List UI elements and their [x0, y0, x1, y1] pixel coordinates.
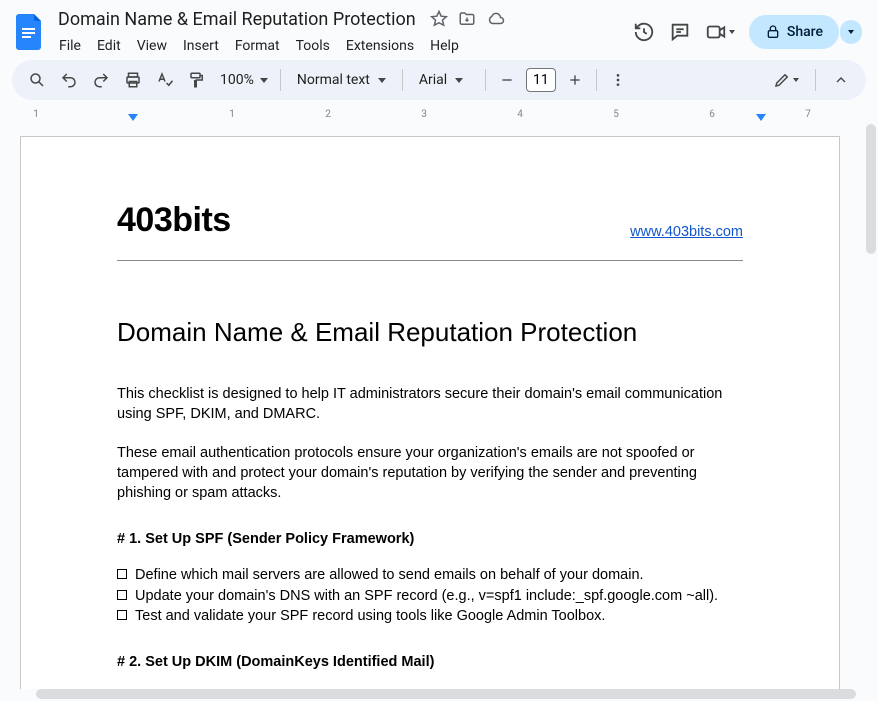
- section-2-heading: # 2. Set Up DKIM (DomainKeys Identified …: [117, 654, 743, 670]
- scrollbar-thumb[interactable]: [36, 689, 856, 699]
- separator: [485, 69, 486, 91]
- hide-menus-icon[interactable]: [826, 65, 856, 95]
- toolbar: 100% Normal text Arial 11: [12, 60, 866, 100]
- separator: [280, 69, 281, 91]
- ruler[interactable]: 1 1 2 3 4 5 6 7: [16, 108, 862, 124]
- menu-insert[interactable]: Insert: [176, 34, 226, 58]
- paragraph-style-select[interactable]: Normal text: [287, 72, 396, 88]
- doc-title[interactable]: Domain Name & Email Reputation Protectio…: [52, 7, 422, 32]
- paint-format-icon[interactable]: [182, 65, 212, 95]
- document-canvas[interactable]: 403bits www.403bits.com Domain Name & Em…: [0, 124, 866, 689]
- decrease-font-size[interactable]: [492, 65, 522, 95]
- increase-font-size[interactable]: [560, 65, 590, 95]
- menu-extensions[interactable]: Extensions: [339, 34, 421, 58]
- menu-help[interactable]: Help: [423, 34, 466, 58]
- separator: [402, 69, 403, 91]
- history-icon[interactable]: [633, 21, 655, 43]
- meet-button[interactable]: [705, 21, 735, 43]
- checkbox-icon: [117, 610, 127, 620]
- comments-icon[interactable]: [669, 21, 691, 43]
- checkbox-icon: [117, 590, 127, 600]
- menu-view[interactable]: View: [130, 34, 174, 58]
- cloud-status-icon[interactable]: [486, 10, 506, 28]
- menubar: File Edit View Insert Format Tools Exten…: [52, 34, 633, 58]
- zoom-select[interactable]: 100%: [214, 72, 274, 88]
- page[interactable]: 403bits www.403bits.com Domain Name & Em…: [20, 136, 840, 689]
- right-indent-marker[interactable]: [756, 114, 766, 121]
- font-select[interactable]: Arial: [409, 72, 479, 88]
- more-tools-icon[interactable]: [603, 65, 633, 95]
- checklist-item: Test and validate your SPF record using …: [117, 606, 743, 626]
- share-label: Share: [787, 24, 823, 40]
- scrollbar-thumb[interactable]: [866, 124, 876, 254]
- separator: [596, 69, 597, 91]
- intro-paragraph-1: This checklist is designed to help IT ad…: [117, 384, 743, 425]
- checklist-item: Update your domain's DNS with an SPF rec…: [117, 586, 743, 606]
- section-1-heading: # 1. Set Up SPF (Sender Policy Framework…: [117, 531, 743, 547]
- menu-format[interactable]: Format: [228, 34, 287, 58]
- search-menus-icon[interactable]: [22, 65, 52, 95]
- editing-mode-button[interactable]: [767, 71, 805, 89]
- checkbox-icon: [117, 569, 127, 579]
- left-indent-marker[interactable]: [128, 114, 138, 121]
- intro-paragraph-2: These email authentication protocols ens…: [117, 443, 743, 504]
- separator: [815, 69, 816, 91]
- menu-edit[interactable]: Edit: [90, 34, 128, 58]
- print-icon[interactable]: [118, 65, 148, 95]
- move-icon[interactable]: [458, 10, 476, 28]
- vertical-scrollbar[interactable]: [866, 124, 876, 687]
- menu-tools[interactable]: Tools: [289, 34, 337, 58]
- docs-logo[interactable]: [12, 14, 48, 50]
- font-size-input[interactable]: 11: [526, 68, 556, 92]
- share-button[interactable]: Share: [749, 15, 839, 49]
- menu-file[interactable]: File: [52, 34, 88, 58]
- checklist-item: Define which mail servers are allowed to…: [117, 565, 743, 585]
- redo-icon[interactable]: [86, 65, 116, 95]
- spellcheck-icon[interactable]: [150, 65, 180, 95]
- brand-name: 403bits: [117, 201, 231, 240]
- star-icon[interactable]: [430, 10, 448, 28]
- horizontal-scrollbar[interactable]: [16, 689, 862, 699]
- doc-heading: Domain Name & Email Reputation Protectio…: [117, 317, 743, 348]
- undo-icon[interactable]: [54, 65, 84, 95]
- brand-link[interactable]: www.403bits.com: [630, 224, 743, 240]
- share-dropdown[interactable]: [840, 20, 862, 44]
